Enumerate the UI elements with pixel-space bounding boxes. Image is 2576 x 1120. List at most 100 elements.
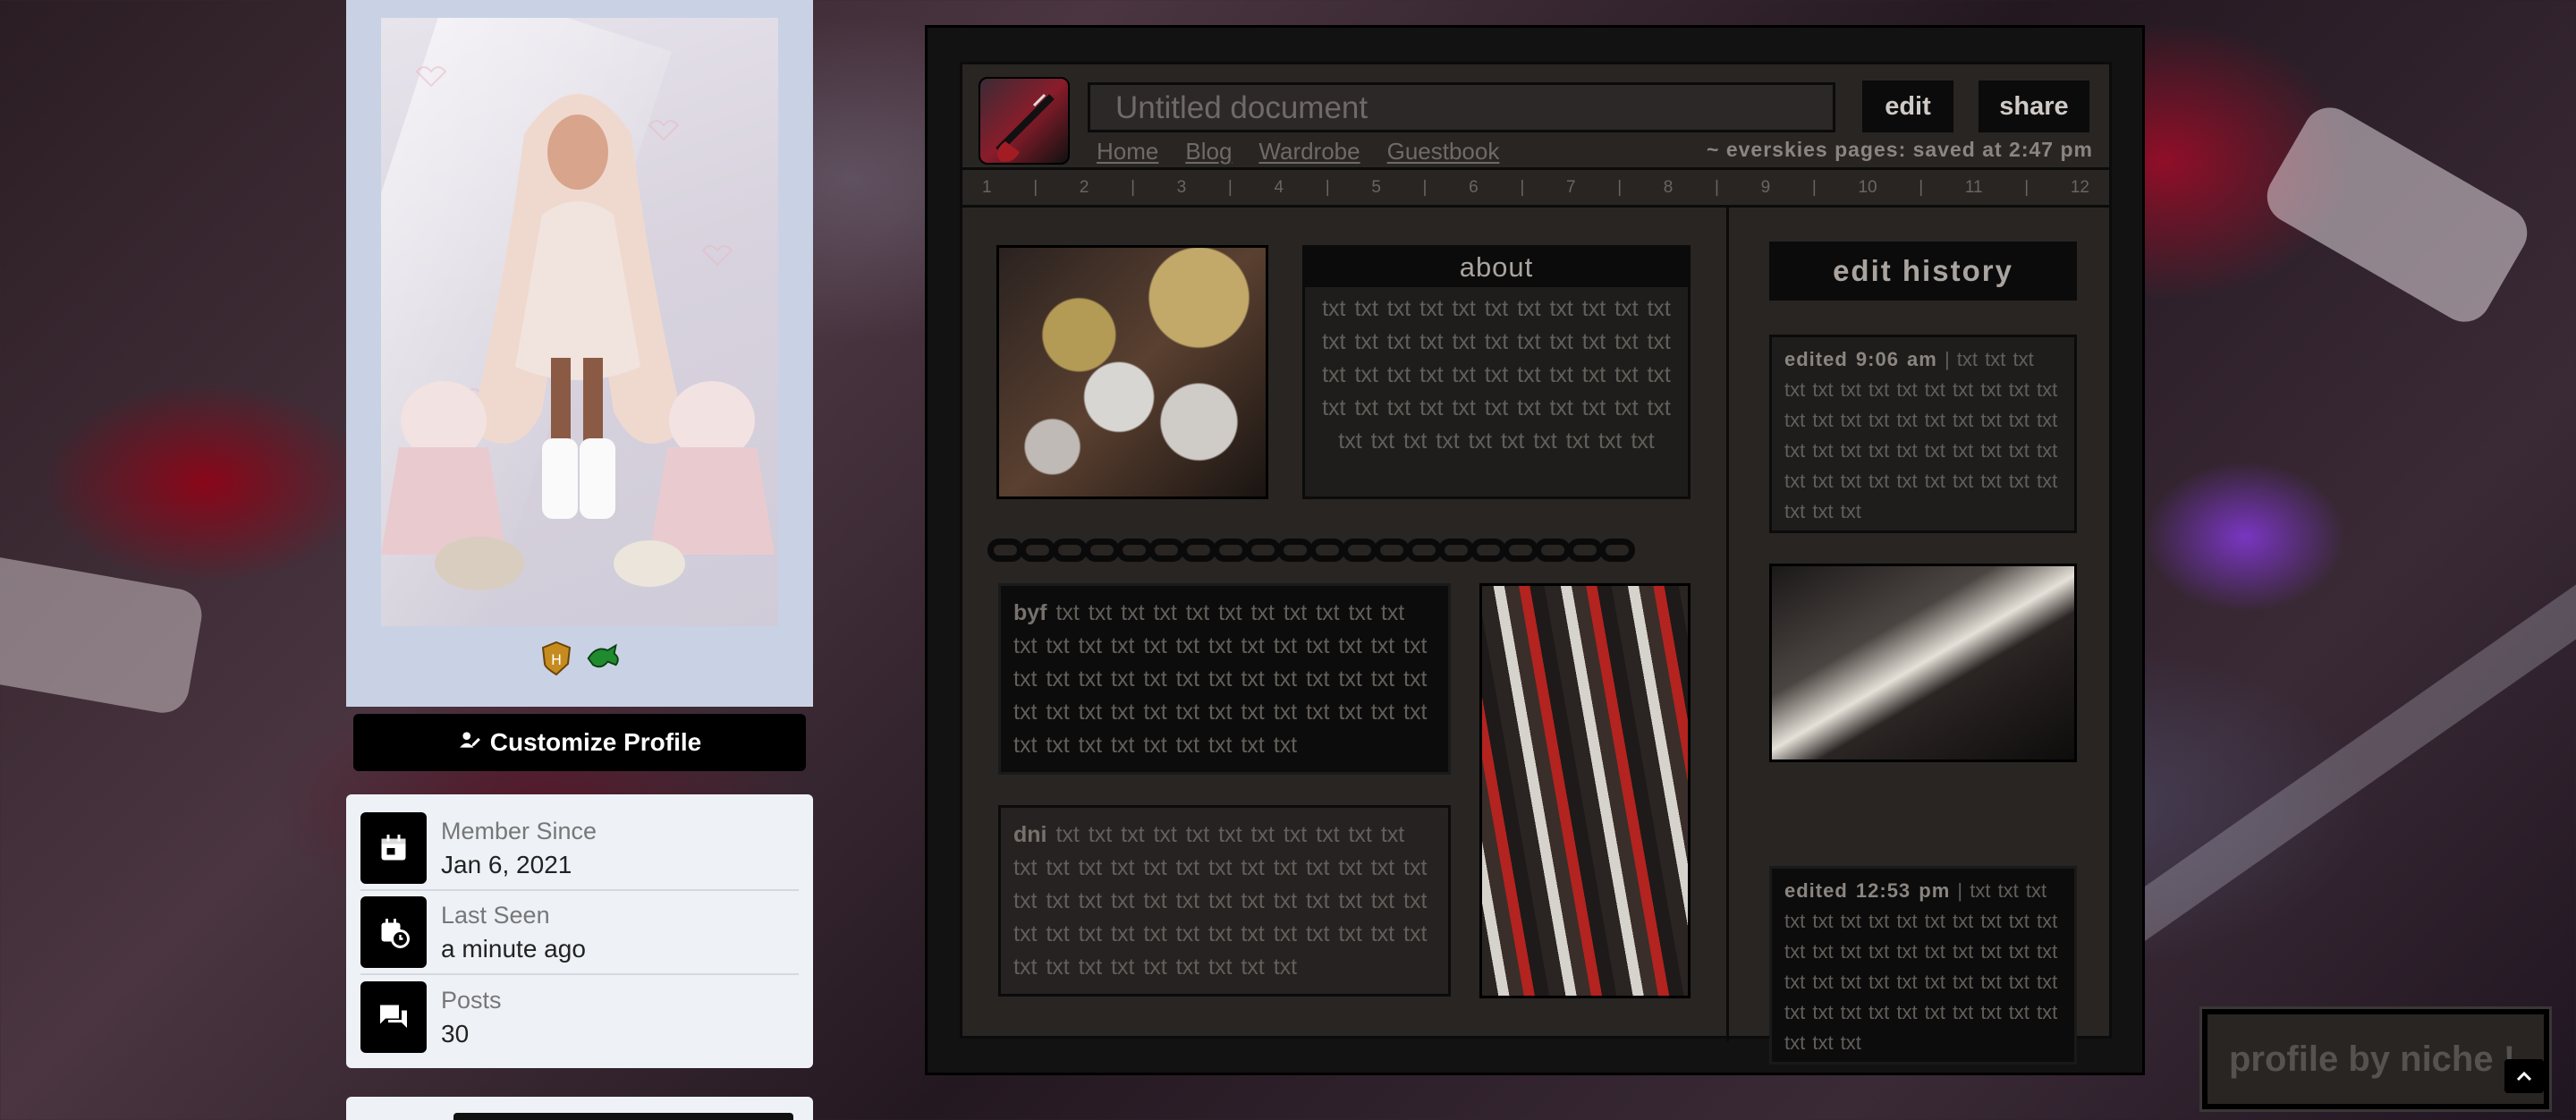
chain-link [1245, 539, 1281, 562]
nav-blog[interactable]: Blog [1185, 138, 1232, 165]
chain-divider [987, 539, 1696, 564]
ruler-mark: 7 [1565, 177, 1576, 197]
chain-link [1599, 539, 1635, 562]
document-title-input[interactable]: Untitled document [1088, 82, 1835, 132]
calendar-icon [360, 812, 427, 884]
edit-history-title: edit history [1769, 242, 2077, 301]
stat-posts: Posts 30 [360, 975, 799, 1059]
share-button[interactable]: share [1979, 81, 2089, 132]
dni-text: txt txt txt txt txt txt txt txt txt txt … [1013, 822, 1428, 980]
stat-value: 30 [441, 1019, 470, 1048]
ruler-mark: | [1811, 177, 1817, 197]
ruler-mark: | [2024, 177, 2029, 197]
ruler-mark: 2 [1079, 177, 1089, 197]
stat-member-since: Member Since Jan 6, 2021 [360, 807, 799, 891]
chain-link [1181, 539, 1216, 562]
ruler-mark: 8 [1663, 177, 1674, 197]
profile-document-window: Untitled document edit share Home Blog W… [925, 25, 2145, 1075]
chain-link [1148, 539, 1184, 562]
profile-stats: Member Since Jan 6, 2021 Last Seen a min… [346, 794, 813, 1068]
ruler: 1 | 2 | 3 | 4 | 5 | 6 | 7 | 8 | 9 | 10 | 11 | 12 [962, 170, 2109, 208]
profile-badges: H [346, 641, 813, 676]
about-title: about [1305, 248, 1688, 287]
stat-label: Member Since [441, 817, 597, 844]
nav-wardrobe[interactable]: Wardrobe [1258, 138, 1360, 165]
chain-link [1342, 539, 1377, 562]
ruler-mark: 9 [1760, 177, 1771, 197]
stat-label: Posts [441, 986, 502, 1014]
chain-link [987, 539, 1023, 562]
byf-box: byf txt txt txt txt txt txt txt txt txt … [998, 583, 1451, 775]
content-left: about txt txt txt txt txt txt txt txt tx… [962, 208, 1729, 1041]
chain-link [1213, 539, 1249, 562]
stat-label: Last Seen [441, 901, 550, 929]
bass-image [1769, 564, 2077, 762]
dni-content: dni txt txt txt txt txt txt txt txt txt … [1001, 808, 1448, 995]
ruler-mark: 4 [1274, 177, 1284, 197]
document-page: Untitled document edit share Home Blog W… [960, 62, 2114, 1065]
drums-image [996, 245, 1268, 499]
chain-link [1567, 539, 1603, 562]
nav-guestbook[interactable]: Guestbook [1387, 138, 1500, 165]
dni-box: dni txt txt txt txt txt txt txt txt txt … [998, 805, 1451, 997]
chain-link [1084, 539, 1120, 562]
ruler-mark: 11 [1964, 177, 1983, 197]
byf-heading: byf [1013, 600, 1047, 625]
ruler-mark: 1 [982, 177, 992, 197]
svg-text:H: H [551, 651, 562, 668]
chain-link [1309, 539, 1345, 562]
ruler-mark: | [1715, 177, 1719, 197]
chevron-up-icon [2516, 1066, 2532, 1087]
chain-link [1116, 539, 1152, 562]
chain-link [1406, 539, 1442, 562]
chain-link [1020, 539, 1055, 562]
profile-sidebar: H Customize Profile Member Since Jan 6, … [346, 0, 813, 1120]
ruler-mark: | [1325, 177, 1330, 197]
history-1-heading: edited 9:06 am [1784, 348, 1937, 370]
ruler-mark: | [1422, 177, 1428, 197]
profile-credit: profile by niche ! [2199, 1006, 2552, 1112]
next-panel [346, 1097, 813, 1120]
content-right: edit history edited 9:06 am | txt txt tx… [1732, 208, 2114, 1065]
document-logo[interactable] [979, 77, 1070, 165]
edit-button[interactable]: edit [1862, 81, 1953, 132]
chain-link [1535, 539, 1571, 562]
dragon-badge-icon[interactable] [585, 641, 621, 676]
ruler-mark: 6 [1469, 177, 1479, 197]
ruler-mark: | [1131, 177, 1135, 197]
customize-profile-label: Customize Profile [489, 728, 702, 756]
saved-status: ~ everskies pages: saved at 2:47 pm [1707, 138, 2093, 161]
avatar-image [381, 18, 778, 626]
chain-link [1438, 539, 1474, 562]
ruler-mark: | [1520, 177, 1525, 197]
stat-value: Jan 6, 2021 [441, 850, 572, 878]
ruler-mark: 12 [2070, 177, 2089, 197]
ruler-mark: | [1033, 177, 1038, 197]
nav-home[interactable]: Home [1097, 138, 1158, 165]
history-card-1: edited 9:06 am | txt txt txt txt txt txt… [1769, 335, 2077, 533]
ruler-mark: | [1919, 177, 1924, 197]
history-2-text: | txt txt txt txt txt txt txt txt txt tx… [1784, 879, 2058, 1054]
customize-profile-button[interactable]: Customize Profile [353, 714, 806, 771]
avatar-panel: H [346, 0, 813, 707]
user-edit-icon [458, 728, 481, 758]
chain-link [1503, 539, 1538, 562]
calendar-clock-icon [360, 896, 427, 968]
chain-link [1470, 539, 1506, 562]
ruler-mark: 10 [1858, 177, 1877, 197]
history-1-content: edited 9:06 am | txt txt txt txt txt txt… [1772, 337, 2074, 534]
chat-icon [360, 981, 427, 1053]
history-1-text: | txt txt txt txt txt txt txt txt txt tx… [1784, 348, 2058, 522]
ruler-mark: | [1227, 177, 1233, 197]
chain-link [1374, 539, 1410, 562]
chain-link [1277, 539, 1313, 562]
history-card-2: edited 12:53 pm | txt txt txt txt txt tx… [1769, 866, 2077, 1065]
byf-text: txt txt txt txt txt txt txt txt txt txt … [1013, 600, 1428, 758]
about-box: about txt txt txt txt txt txt txt txt tx… [1302, 245, 1690, 499]
scroll-to-top-button[interactable] [2504, 1059, 2544, 1093]
about-text: txt txt txt txt txt txt txt txt txt txt … [1322, 296, 1671, 454]
history-2-heading: edited 12:53 pm [1784, 879, 1951, 902]
document-header: Untitled document edit share Home Blog W… [962, 64, 2109, 170]
shield-badge-icon[interactable]: H [538, 641, 574, 676]
stat-last-seen: Last Seen a minute ago [360, 891, 799, 975]
